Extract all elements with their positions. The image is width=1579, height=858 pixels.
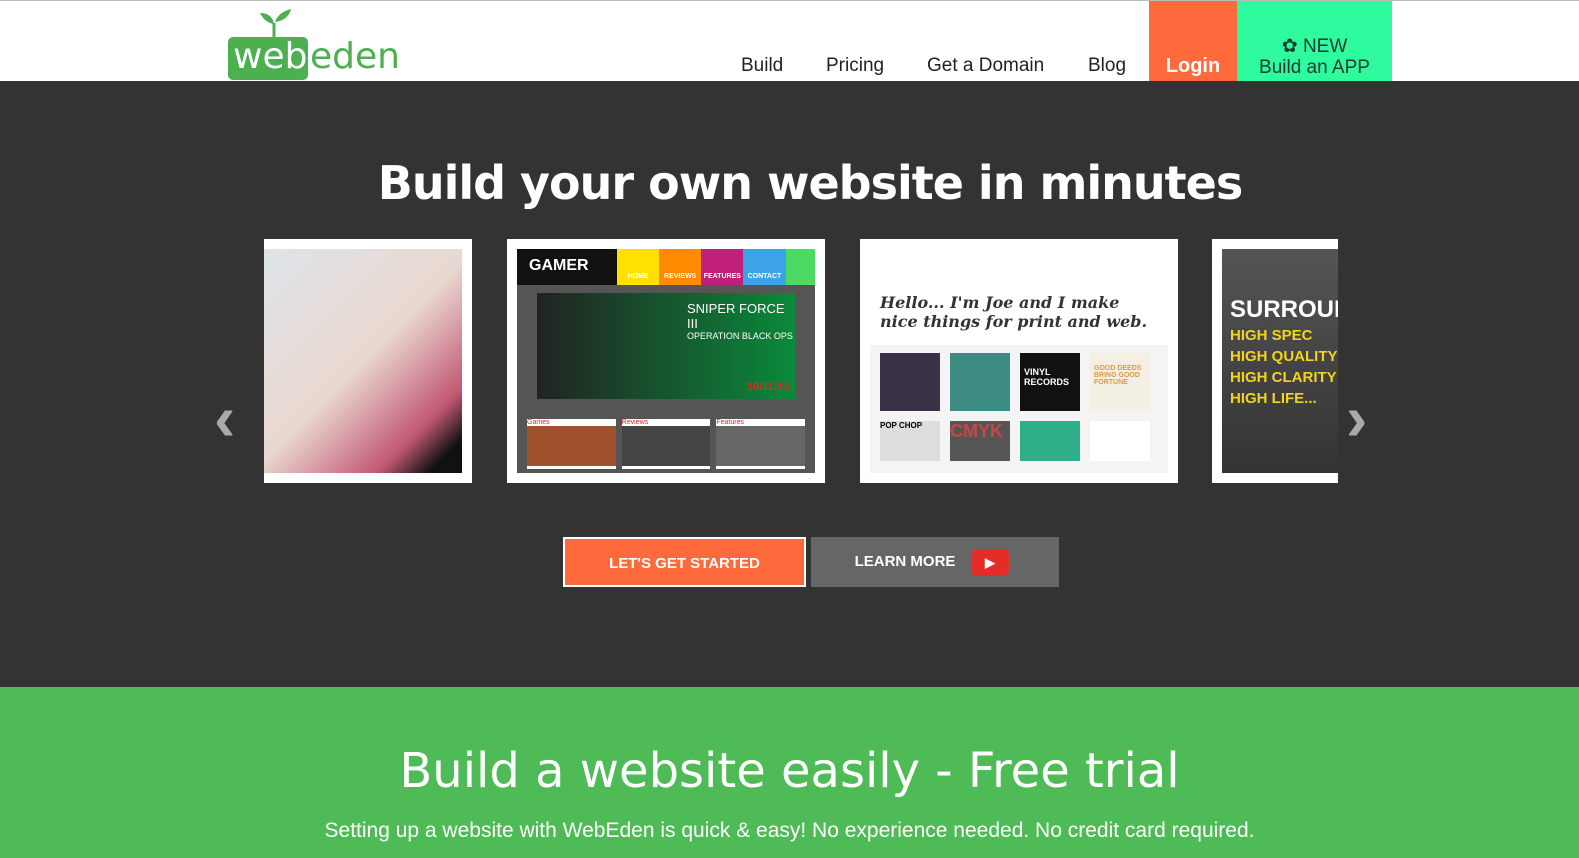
logo-eden: eden (310, 36, 400, 77)
app-icon: ✿ (1281, 36, 1298, 57)
build-app-button[interactable]: ✿ NEW Build an APP (1237, 1, 1392, 82)
template-image (264, 249, 462, 473)
template-image: Hello... I'm Joe and I make nice things … (870, 249, 1168, 473)
template-card-gamer[interactable]: GAMER HOME REVIEWS FEATURES CONTACT SNIP… (507, 239, 825, 483)
trial-title: Build a website easily - Free trial (399, 743, 1180, 799)
play-icon: ▶ (971, 549, 1009, 576)
tile-cmyk: CMYK (950, 421, 1010, 461)
nav-build[interactable]: Build (741, 55, 783, 77)
login-button[interactable]: Login (1149, 1, 1237, 82)
gamer-menu-home: HOME (617, 249, 660, 285)
prev-arrow-icon[interactable]: ‹ (214, 381, 235, 455)
get-started-button[interactable]: LET'S GET STARTED (563, 537, 806, 587)
hero-title: Build your own website in minutes (377, 156, 1243, 210)
learn-more-button[interactable]: LEARN MORE ▶ (811, 537, 1059, 587)
next-arrow-icon[interactable]: › (1346, 381, 1367, 455)
logo-web: web (228, 37, 308, 80)
surround-line: HIGH QUALITY (1230, 348, 1338, 365)
hero: Build your own website in minutes ‹ GAME… (0, 81, 1579, 687)
learn-more-label: LEARN MORE (854, 553, 956, 570)
gamer-headline: SNIPER FORCE III (687, 301, 785, 331)
gamer-menu-contact: CONTACT (743, 249, 786, 285)
logo[interactable]: web eden (228, 7, 400, 80)
gamer-menu-features: FEATURES (701, 249, 744, 285)
template-card-fashion[interactable] (264, 239, 472, 483)
sprout-icon (260, 9, 291, 39)
nav-blog[interactable]: Blog (1088, 55, 1126, 77)
header: web eden Build Pricing Get a Domain Blog… (0, 0, 1579, 82)
section-label: Games (527, 419, 550, 426)
gamer-date: 10/11/13 (747, 381, 790, 393)
tile-pop-chop: POP CHOP (880, 421, 940, 461)
new-label: NEW (1302, 36, 1348, 57)
gamer-sub: OPERATION BLACK OPS (687, 331, 793, 341)
surround-line: HIGH SPEC (1230, 327, 1313, 344)
portfolio-headline: Hello... I'm Joe and I make nice things … (870, 249, 1168, 345)
section-label: Features (716, 419, 744, 426)
tile-good-deeds: GOOD DEEDS BRING GOOD FORTUNE (1090, 353, 1150, 411)
template-card-portfolio[interactable]: Hello... I'm Joe and I make nice things … (860, 239, 1178, 483)
tile-vinyl: VINYL RECORDS (1020, 353, 1080, 411)
template-card-surround[interactable]: SURROUN HIGH SPEC HIGH QUALITY HIGH CLAR… (1212, 239, 1338, 483)
surround-line: HIGH LIFE... (1230, 390, 1317, 407)
nav-domain[interactable]: Get a Domain (927, 55, 1044, 77)
section-label: Reviews (621, 419, 649, 426)
surround-headline: SURROUN (1230, 296, 1338, 323)
template-image: SURROUN HIGH SPEC HIGH QUALITY HIGH CLAR… (1222, 249, 1338, 473)
free-trial-section: Build a website easily - Free trial Sett… (0, 687, 1579, 858)
surround-line: HIGH CLARITY (1230, 369, 1337, 386)
gamer-menu: HOME REVIEWS FEATURES CONTACT (617, 249, 815, 285)
trial-subtitle: Setting up a website with WebEden is qui… (324, 819, 1255, 842)
app-label: Build an APP (1259, 57, 1370, 78)
template-image: GAMER HOME REVIEWS FEATURES CONTACT SNIP… (517, 249, 815, 473)
nav-pricing[interactable]: Pricing (826, 55, 884, 77)
gamer-menu-reviews: REVIEWS (659, 249, 702, 285)
